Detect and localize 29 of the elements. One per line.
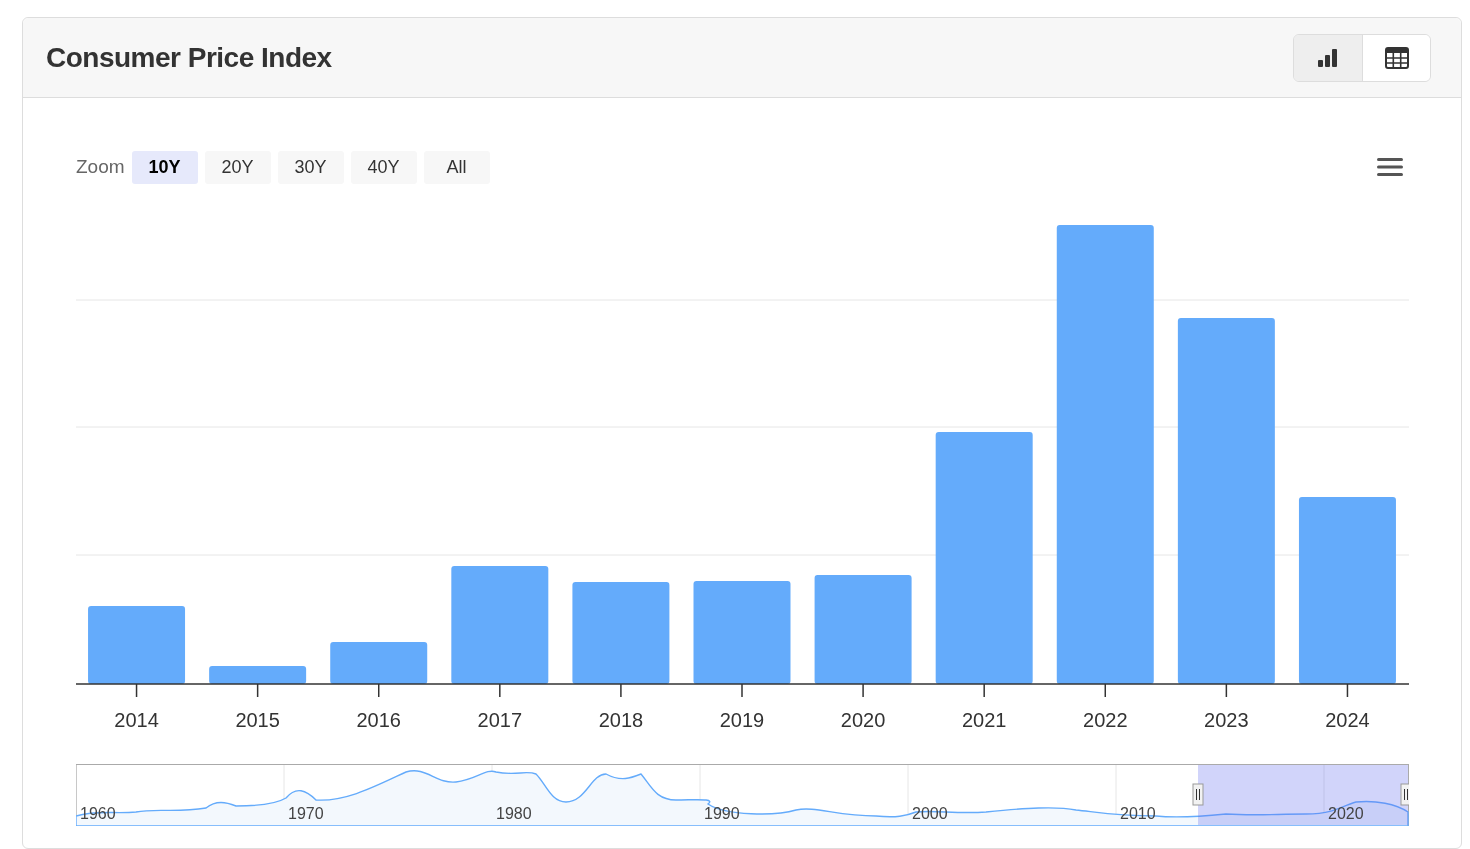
zoom-button[interactable]: All	[423, 150, 490, 184]
zoom-button[interactable]: 10Y	[131, 150, 198, 184]
zoom-button[interactable]: 30Y	[277, 150, 344, 184]
zoom-button[interactable]: 40Y	[350, 150, 417, 184]
navigator-year-label: 2020	[1328, 805, 1364, 822]
navigator-year-label: 1990	[704, 805, 740, 822]
zoom-button[interactable]: 20Y	[204, 150, 271, 184]
navigator-year-label: 1980	[496, 805, 532, 822]
x-axis-label: 2016	[356, 709, 401, 731]
chart-view-button[interactable]	[1294, 34, 1362, 81]
x-axis-label: 2020	[840, 709, 886, 731]
navigator-handle[interactable]	[1192, 783, 1204, 806]
navigator-year-label: 1970	[288, 805, 324, 822]
x-axis-label: 2023	[1204, 709, 1249, 731]
x-axis-label: 2017	[477, 709, 523, 731]
x-axis-label: 2015	[235, 709, 280, 731]
x-axis-label: 2019	[719, 709, 765, 731]
menu-icon[interactable]	[1377, 157, 1403, 177]
bar-chart-icon	[1318, 48, 1338, 67]
x-axis-label: 2014	[114, 709, 159, 731]
x-axis-label: 2024	[1325, 709, 1370, 731]
x-axis-label: 2022	[1083, 709, 1128, 731]
zoom-label: Zoom	[76, 154, 125, 179]
table-icon	[1384, 46, 1409, 69]
x-axis-label: 2018	[598, 709, 644, 731]
table-view-button[interactable]	[1362, 34, 1430, 81]
card-title: Consumer Price Index	[46, 40, 332, 75]
navigator-handle[interactable]	[1400, 783, 1409, 806]
x-axis-label: 2021	[961, 709, 1007, 731]
